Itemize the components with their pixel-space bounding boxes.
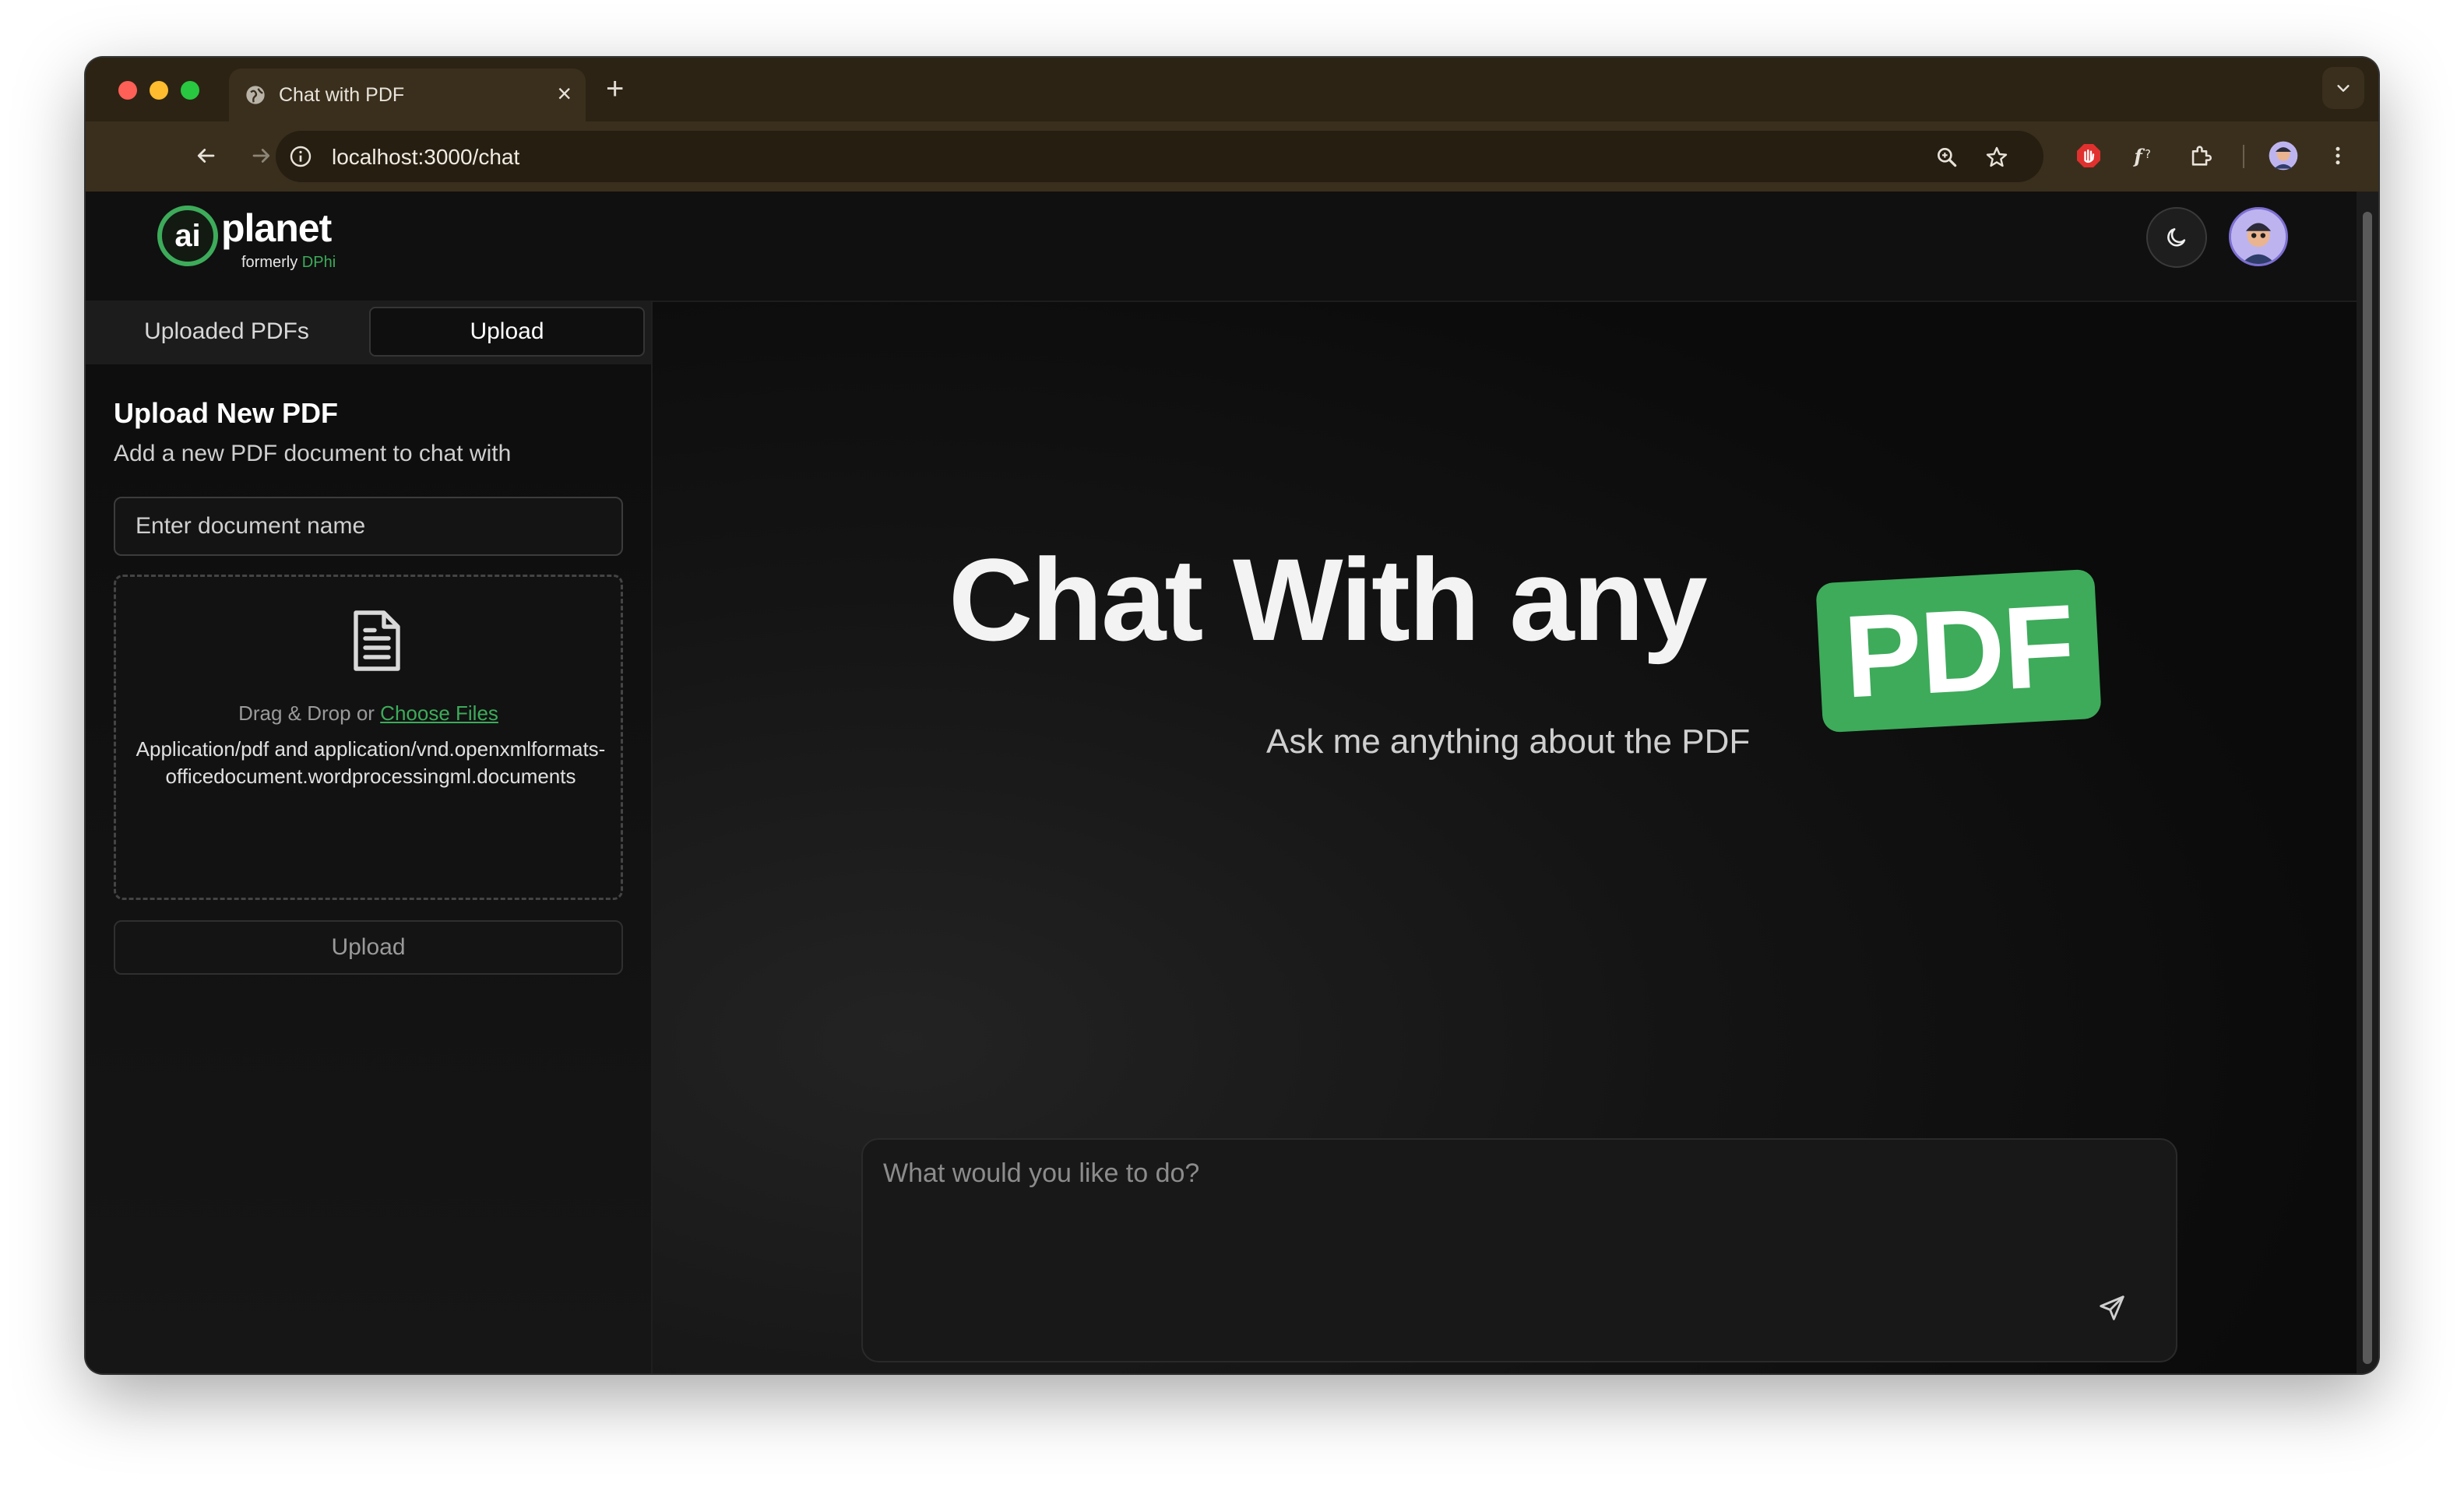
kebab-menu-icon [2336, 146, 2340, 165]
puzzle-icon [2191, 146, 2212, 166]
choose-files-link[interactable]: Choose Files [380, 701, 498, 725]
browser-menu-button[interactable] [2322, 140, 2353, 171]
logo-subtitle: formerly DPhi [241, 254, 336, 272]
hero-subtitle: Ask me anything about the PDF [1266, 722, 1751, 761]
sidebar: Uploaded PDFs Upload Upload New PDF Add … [86, 301, 653, 1373]
send-icon [2100, 1295, 2124, 1320]
profile-avatar-icon [2269, 141, 2298, 170]
forward-button[interactable] [246, 140, 277, 171]
app-header: ai planet formerly DPhi [86, 192, 2357, 302]
chevron-down-icon [2337, 85, 2350, 92]
upload-button[interactable]: Upload [114, 920, 623, 975]
sidebar-tabs: Uploaded PDFs Upload [86, 301, 651, 364]
forward-arrow-icon [252, 149, 270, 163]
zoom-icon[interactable] [1934, 145, 1959, 170]
svg-text:f: f [2133, 145, 2145, 167]
file-dropzone[interactable]: Drag & Drop or Choose Files Application/… [114, 575, 623, 900]
logo-sub-brand: DPhi [301, 254, 336, 271]
hero-title: Chat With any [949, 534, 1708, 665]
browser-toolbar: localhost:3000/chat f ? [86, 121, 2378, 192]
upload-description: Add a new PDF document to chat with [114, 441, 512, 466]
logo-sub-prefix: formerly [241, 254, 298, 271]
url-text[interactable]: localhost:3000/chat [332, 145, 519, 170]
back-button[interactable] [190, 140, 221, 171]
profile-button[interactable] [2268, 140, 2299, 171]
toolbar-divider [2243, 145, 2244, 168]
extensions-button[interactable] [2185, 140, 2216, 171]
globe-icon [246, 86, 265, 104]
minimize-window-button[interactable] [150, 81, 168, 100]
function-ext-icon: f ? [2133, 145, 2151, 167]
theme-toggle-button[interactable] [2146, 207, 2207, 268]
new-tab-button[interactable]: + [606, 72, 624, 106]
star-icon[interactable] [1984, 145, 2009, 170]
app-page: ai planet formerly DPhi Uploaded PDFs Up… [86, 192, 2357, 1373]
tab-upload[interactable]: Upload [369, 307, 645, 357]
svg-text:?: ? [2145, 147, 2151, 161]
maximize-window-button[interactable] [181, 81, 199, 100]
browser-window: Chat with PDF × + localhost:3000/chat f … [86, 58, 2378, 1373]
dropzone-prefix: Drag & Drop or [238, 701, 375, 725]
pdf-badge: PDF [1815, 568, 2102, 733]
chat-composer [861, 1138, 2177, 1362]
tab-uploaded-pdfs[interactable]: Uploaded PDFs [92, 307, 361, 357]
close-icon[interactable]: × [557, 79, 572, 107]
close-window-button[interactable] [118, 81, 137, 100]
user-avatar-button[interactable] [2229, 207, 2288, 266]
adblock-icon [2077, 144, 2100, 167]
browser-titlebar: Chat with PDF × + [86, 58, 2378, 121]
chat-input[interactable] [882, 1157, 2100, 1316]
document-name-input[interactable] [114, 497, 623, 556]
logo-wordmark[interactable]: planet [221, 206, 332, 251]
tab-title: Chat with PDF [279, 84, 405, 106]
upload-title: Upload New PDF [114, 397, 339, 429]
document-icon [354, 610, 400, 671]
browser-tab[interactable]: Chat with PDF × [229, 69, 586, 121]
back-arrow-icon [197, 149, 215, 163]
info-icon[interactable] [288, 144, 313, 169]
address-bar[interactable]: localhost:3000/chat [276, 131, 2043, 182]
scrollbar-thumb[interactable] [2363, 212, 2372, 1364]
function-extension-button[interactable]: f ? [2129, 140, 2160, 171]
moon-icon [2167, 228, 2186, 247]
send-button[interactable] [2092, 1288, 2132, 1328]
user-avatar-icon [2231, 209, 2286, 264]
logo-mark[interactable]: ai [157, 206, 218, 266]
page-scrollbar[interactable] [2357, 192, 2378, 1373]
adblock-extension-button[interactable] [2073, 140, 2104, 171]
accepted-file-types: Application/pdf and application/vnd.open… [136, 737, 606, 788]
dropzone-instructions: Drag & Drop or Choose Files [116, 701, 621, 726]
tab-search-button[interactable] [2322, 67, 2364, 109]
